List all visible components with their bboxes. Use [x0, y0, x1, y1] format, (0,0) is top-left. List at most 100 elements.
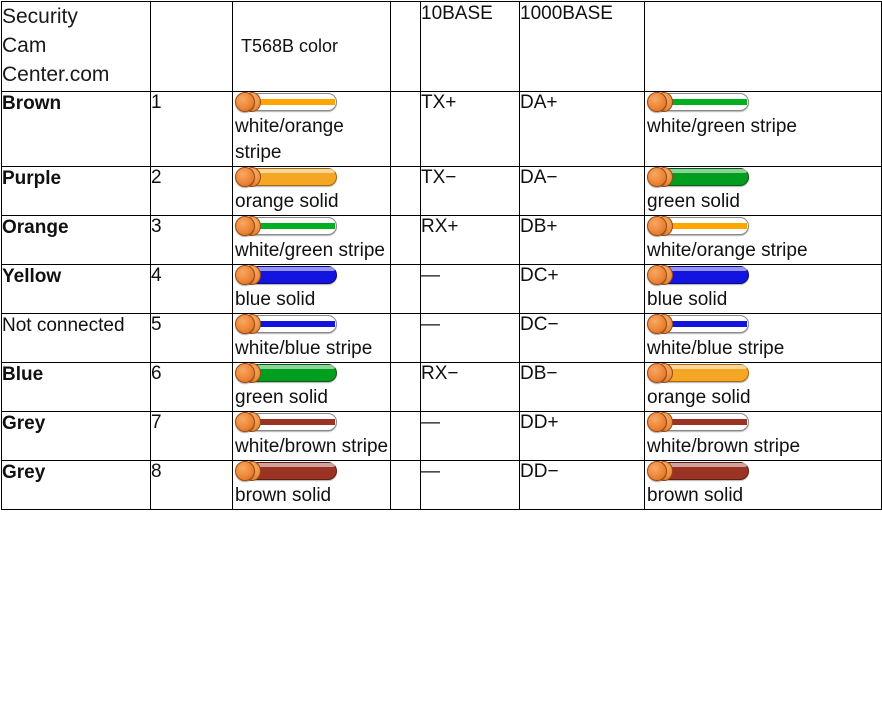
row-10base-signal-cell: —: [420, 264, 520, 314]
row-label-cell: Grey: [1, 411, 151, 461]
row-1000base-signal-cell: DC+: [519, 264, 645, 314]
row-label-cell: Grey: [1, 460, 151, 510]
wire-stripe: [663, 321, 747, 327]
wire-end-cap: [235, 167, 255, 187]
wire-end-cap: [647, 314, 667, 334]
row-spacer-cell: [390, 313, 421, 363]
header-1000base-cell: 1000BASE: [519, 1, 645, 92]
wire-color-label: brown solid: [235, 485, 332, 506]
row-spacer-cell: [390, 166, 421, 216]
wire-color-label: white/brown stripe: [647, 436, 801, 457]
table-header-row: Security Cam Center.com T568B color 10BASE 10…: [1, 1, 882, 92]
brand-line: Security: [2, 5, 78, 28]
row-label-cell: Purple: [1, 166, 151, 216]
row-label-cell: Blue: [1, 362, 151, 412]
wire-green-solid-icon: [647, 167, 749, 187]
wire-orange-solid-icon: [647, 363, 749, 383]
wire-end-cap: [235, 216, 255, 236]
row-pin-number-cell: 4: [150, 264, 233, 314]
wire-end-cap: [647, 363, 667, 383]
row-pin-number-cell: 5: [150, 313, 233, 363]
row-crossover-color-cell: orange solid: [644, 362, 882, 412]
wire-white-green-stripe-icon: [235, 216, 337, 236]
row-10base-signal-cell: —: [420, 411, 520, 461]
row-10base-signal-cell: RX−: [420, 362, 520, 412]
row-spacer-cell: [390, 91, 421, 167]
row-pin-number-cell: 7: [150, 411, 233, 461]
header-spacer-cell: [390, 1, 421, 92]
wire-color-label: orange solid: [647, 387, 751, 408]
wire-end-cap: [647, 461, 667, 481]
wire-end-cap: [235, 412, 255, 432]
wire-white-green-stripe-icon: [647, 92, 749, 112]
row-t568b-color-cell: white/green stripe: [232, 215, 391, 265]
table-row: Blue 6 green solid RX− DB− orange solid: [1, 362, 882, 412]
table-row: Grey 7 white/brown stripe — DD+ white/brown s…: [1, 411, 882, 461]
wire-blue-solid-icon: [235, 265, 337, 285]
row-spacer-cell: [390, 411, 421, 461]
ethernet-pinout-table: Security Cam Center.com T568B color 10BASE 10…: [1, 1, 882, 510]
row-t568b-color-cell: green solid: [232, 362, 391, 412]
wire-color-label: orange solid: [235, 191, 339, 212]
row-10base-signal-cell: TX+: [420, 91, 520, 167]
wire-color-label: white/orange stripe: [235, 116, 344, 163]
wire-stripe: [251, 321, 335, 327]
wire-color-label: white/orange stripe: [647, 240, 808, 261]
wire-color-label: white/green stripe: [647, 116, 797, 137]
wire-end-cap: [235, 363, 255, 383]
row-crossover-color-cell: white/orange stripe: [644, 215, 882, 265]
table-row: Brown 1 white/orange stripe TX+ DA+ white/gre…: [1, 91, 882, 167]
table-row: Orange 3 white/green stripe RX+ DB+ white/ora…: [1, 215, 882, 265]
row-spacer-cell: [390, 264, 421, 314]
wire-end-cap: [647, 167, 667, 187]
wire-white-orange-stripe-icon: [235, 92, 337, 112]
row-10base-signal-cell: RX+: [420, 215, 520, 265]
brand-line: Cam: [2, 34, 47, 57]
wire-stripe: [663, 99, 747, 105]
row-t568b-color-cell: brown solid: [232, 460, 391, 510]
wire-white-blue-stripe-icon: [647, 314, 749, 334]
row-crossover-color-cell: green solid: [644, 166, 882, 216]
wire-color-label: white/blue stripe: [647, 338, 785, 359]
wire-end-cap: [235, 461, 255, 481]
row-10base-signal-cell: TX−: [420, 166, 520, 216]
row-1000base-signal-cell: DA+: [519, 91, 645, 167]
row-pin-number-cell: 1: [150, 91, 233, 167]
wire-orange-solid-icon: [235, 167, 337, 187]
wire-end-cap: [647, 265, 667, 285]
row-spacer-cell: [390, 362, 421, 412]
row-t568b-color-cell: blue solid: [232, 264, 391, 314]
row-1000base-signal-cell: DD+: [519, 411, 645, 461]
row-10base-signal-cell: —: [420, 313, 520, 363]
row-1000base-signal-cell: DA−: [519, 166, 645, 216]
wire-brown-solid-icon: [235, 461, 337, 481]
row-t568b-color-cell: white/brown stripe: [232, 411, 391, 461]
wire-color-label: green solid: [647, 191, 740, 212]
row-crossover-color-cell: brown solid: [644, 460, 882, 510]
wire-color-label: blue solid: [235, 289, 316, 310]
row-1000base-signal-cell: DB+: [519, 215, 645, 265]
table-row: Not connected 5 white/blue stripe — DC− white…: [1, 313, 882, 363]
table-row: Grey 8 brown solid — DD− brown solid: [1, 460, 882, 510]
wire-color-label: white/blue stripe: [235, 338, 373, 359]
row-label-cell: Orange: [1, 215, 151, 265]
header-t568b-cell: T568B color: [232, 1, 391, 92]
wire-white-brown-stripe-icon: [647, 412, 749, 432]
wire-color-label: white/green stripe: [235, 240, 385, 261]
header-crossover-cell: [644, 1, 882, 92]
wire-brown-solid-icon: [647, 461, 749, 481]
wire-end-cap: [647, 92, 667, 112]
row-pin-number-cell: 2: [150, 166, 233, 216]
wire-white-blue-stripe-icon: [235, 314, 337, 334]
wire-end-cap: [235, 314, 255, 334]
row-1000base-signal-cell: DC−: [519, 313, 645, 363]
row-crossover-color-cell: blue solid: [644, 264, 882, 314]
wire-end-cap: [235, 92, 255, 112]
wire-color-label: brown solid: [647, 485, 744, 506]
wire-white-orange-stripe-icon: [647, 216, 749, 236]
row-pin-number-cell: 3: [150, 215, 233, 265]
row-1000base-signal-cell: DD−: [519, 460, 645, 510]
row-t568b-color-cell: orange solid: [232, 166, 391, 216]
wire-color-label: white/brown stripe: [235, 436, 389, 457]
row-pin-number-cell: 8: [150, 460, 233, 510]
